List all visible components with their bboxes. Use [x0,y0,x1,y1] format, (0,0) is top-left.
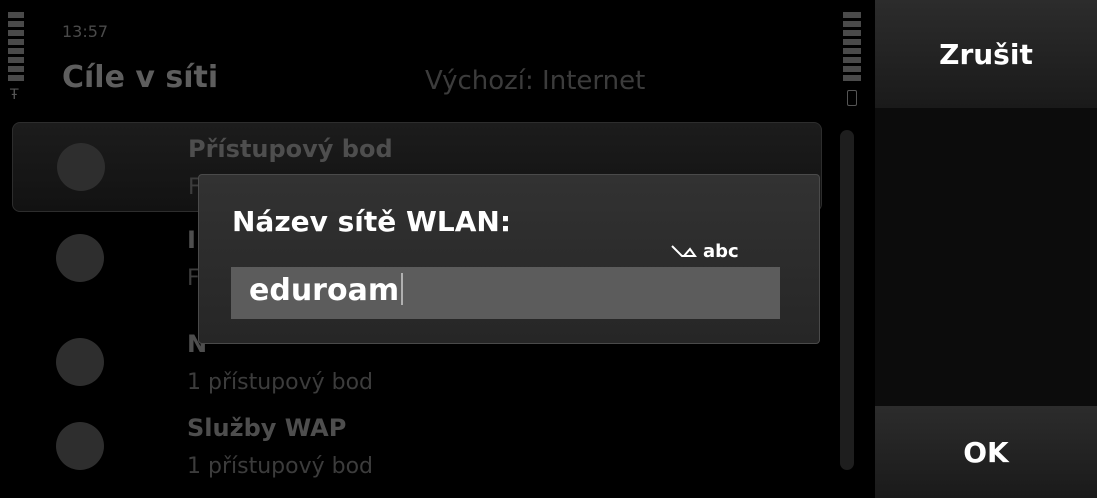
softkey-panel: Zrušit OK [875,0,1097,498]
page-title: Cíle v síti [62,60,219,95]
globe-icon [56,234,104,282]
list-item-subtitle: 1 přístupový bod [187,454,373,479]
battery-icon [847,90,857,106]
list-item-name: I [187,226,196,254]
battery-indicator [843,12,861,107]
default-destination-label: Výchozí: Internet [425,66,646,96]
list-item-name: Služby WAP [187,414,347,442]
wlan-name-value: eduroam [249,273,400,308]
wlan-name-input[interactable]: eduroam [231,267,780,319]
pen-input-icon [671,244,697,257]
list-item[interactable]: Služby WAP 1 přístupový bod [0,402,830,490]
signal-strength-indicator: Ŧ [8,12,24,102]
clock: 13:57 [62,22,109,41]
list-item-name: Přístupový bod [188,135,393,163]
cancel-button[interactable]: Zrušit [875,0,1097,108]
globe-compass-icon [57,143,105,191]
wlan-name-dialog: Název sítě WLAN: abc eduroam [198,174,820,344]
input-mode-label: abc [703,241,739,262]
dialog-title: Název sítě WLAN: [232,205,512,238]
text-caret [401,273,404,305]
input-text-wrapper: eduroam [249,273,404,308]
ok-button[interactable]: OK [875,406,1097,498]
opera-icon [56,422,104,470]
antenna-icon: Ŧ [10,87,19,103]
list-item-subtitle: 1 přístupový bod [187,370,373,395]
mms-icon [56,338,104,386]
scrollbar[interactable] [840,130,854,470]
input-mode-indicator: abc [671,241,739,262]
